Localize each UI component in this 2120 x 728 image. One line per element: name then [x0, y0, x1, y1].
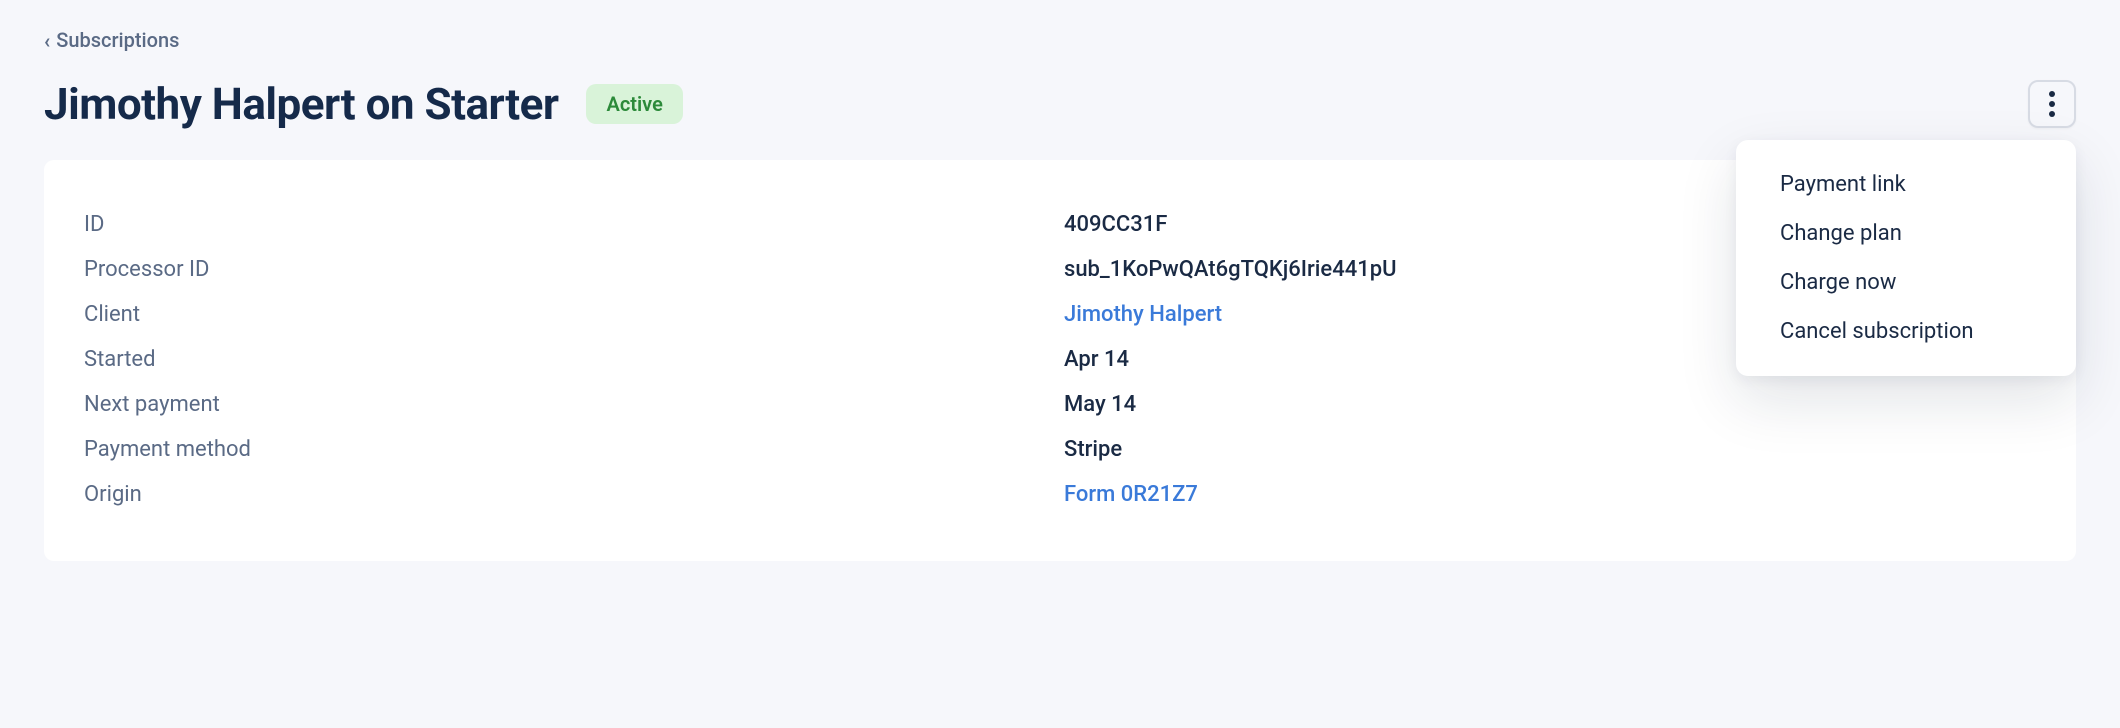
chevron-left-icon: ‹ [44, 31, 50, 51]
detail-row-next-payment: Next payment May 14 [84, 382, 2036, 427]
more-dropdown: Payment link Change plan Charge now Canc… [1736, 140, 2076, 376]
detail-label: Payment method [84, 437, 1064, 462]
detail-value-origin-link[interactable]: Form 0R21Z7 [1064, 482, 1198, 507]
detail-value-processor-id: sub_1KoPwQAt6gTQKj6Irie441pU [1064, 257, 1396, 282]
detail-value-next-payment: May 14 [1064, 392, 1136, 417]
detail-label: ID [84, 212, 1064, 237]
menu-item-change-plan[interactable]: Change plan [1736, 209, 2076, 258]
menu-item-cancel-subscription[interactable]: Cancel subscription [1736, 307, 2076, 356]
detail-row-payment-method: Payment method Stripe [84, 427, 2036, 472]
breadcrumb[interactable]: ‹ Subscriptions [44, 28, 179, 52]
detail-value-started: Apr 14 [1064, 347, 1129, 372]
detail-label: Next payment [84, 392, 1064, 417]
detail-value-payment-method: Stripe [1064, 437, 1122, 462]
detail-label: Origin [84, 482, 1064, 507]
detail-label: Processor ID [84, 257, 1064, 282]
menu-item-payment-link[interactable]: Payment link [1736, 160, 2076, 209]
breadcrumb-label: Subscriptions [56, 28, 179, 52]
menu-item-charge-now[interactable]: Charge now [1736, 258, 2076, 307]
detail-label: Started [84, 347, 1064, 372]
more-vertical-icon [2049, 91, 2055, 117]
detail-value-client-link[interactable]: Jimothy Halpert [1064, 302, 1222, 327]
page-header: Jimothy Halpert on Starter Active Paymen… [44, 78, 2076, 130]
detail-label: Client [84, 302, 1064, 327]
more-menu-area: Payment link Change plan Charge now Canc… [2028, 80, 2076, 128]
page-title: Jimothy Halpert on Starter [44, 78, 558, 130]
detail-row-origin: Origin Form 0R21Z7 [84, 472, 2036, 517]
title-wrap: Jimothy Halpert on Starter Active [44, 78, 683, 130]
more-button[interactable] [2028, 80, 2076, 128]
detail-value-id: 409CC31F [1064, 212, 1167, 237]
status-badge: Active [586, 84, 682, 124]
